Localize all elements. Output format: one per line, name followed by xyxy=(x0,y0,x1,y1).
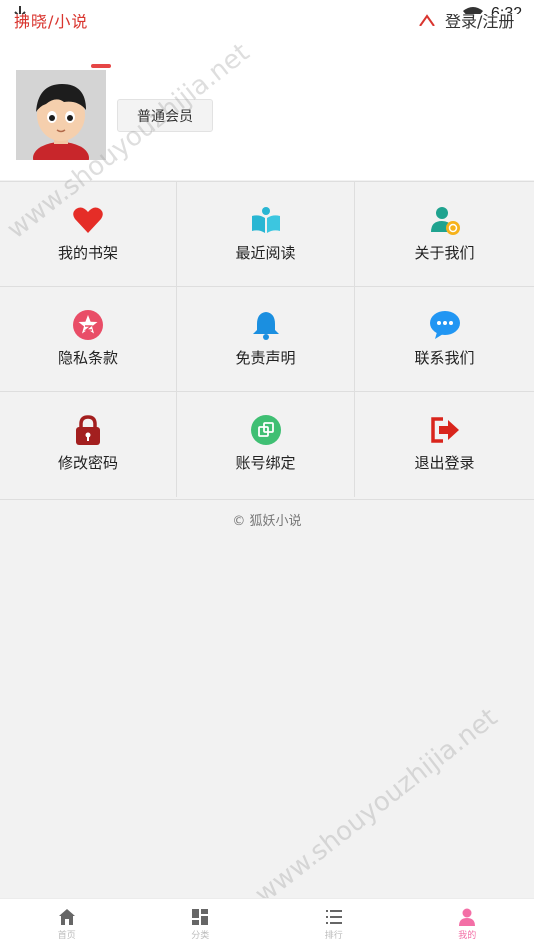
menu-item-label: 最近阅读 xyxy=(235,242,295,263)
menu-item-bookshelf[interactable]: 我的书架 xyxy=(0,182,177,287)
app-bar: 拂晓/小说 登录/注册 xyxy=(0,14,534,49)
link-icon xyxy=(250,414,282,446)
avatar[interactable] xyxy=(16,70,106,160)
menu-item-label: 我的书架 xyxy=(58,242,118,263)
tab-mine[interactable]: 我的 xyxy=(401,899,534,950)
menu-item-label: 退出登录 xyxy=(414,452,474,473)
avatar-illustration xyxy=(16,70,106,160)
tab-home[interactable]: 首页 xyxy=(0,899,134,950)
star-badge-icon xyxy=(72,309,104,341)
menu-item-about-us[interactable]: 关于我们 xyxy=(355,182,534,287)
menu-item-label: 账号绑定 xyxy=(235,452,295,473)
copyright-text: © 狐妖小说 xyxy=(0,510,534,529)
profile-icon xyxy=(458,908,476,926)
tab-ranking[interactable]: 排行 xyxy=(267,899,401,950)
login-register-link[interactable]: 登录/注册 xyxy=(445,14,514,32)
menu-item-label: 隐私条款 xyxy=(58,347,118,368)
menu-item-label: 修改密码 xyxy=(58,452,118,473)
tab-category[interactable]: 分类 xyxy=(134,899,268,950)
menu-item-change-password[interactable]: 修改密码 xyxy=(0,392,177,497)
menu-item-label: 联系我们 xyxy=(414,347,474,368)
bell-icon xyxy=(250,309,282,341)
menu-item-contact-us[interactable]: 联系我们 xyxy=(355,287,534,392)
ranking-icon xyxy=(325,908,343,926)
logout-icon xyxy=(429,414,461,446)
menu-item-disclaimer[interactable]: 免责声明 xyxy=(177,287,355,392)
lock-icon xyxy=(72,414,104,446)
menu-item-account-binding[interactable]: 账号绑定 xyxy=(177,392,355,497)
chat-icon xyxy=(429,309,461,341)
category-icon xyxy=(191,908,209,926)
menu-item-logout[interactable]: 退出登录 xyxy=(355,392,534,497)
home-icon xyxy=(58,908,76,926)
heart-icon xyxy=(72,204,104,236)
bottom-tab-bar: 首页 分类 排行 我的 xyxy=(0,898,534,950)
menu-item-label: 关于我们 xyxy=(414,242,474,263)
user-info-icon xyxy=(429,204,461,236)
tab-label: 分类 xyxy=(191,928,209,941)
notification-dash xyxy=(91,64,111,68)
watermark: www.shouyouzhijia.net xyxy=(250,703,504,910)
member-level-badge: 普通会员 xyxy=(117,99,213,132)
menu-item-privacy-terms[interactable]: 隐私条款 xyxy=(0,287,177,392)
profile-section: 普通会员 xyxy=(0,48,534,180)
tab-label: 排行 xyxy=(325,928,343,941)
tab-label: 首页 xyxy=(58,928,76,941)
book-icon xyxy=(250,204,282,236)
tab-label: 我的 xyxy=(458,928,476,941)
menu-grid: 我的书架 最近阅读 关于我们 隐私条款 免责声明 xyxy=(0,181,534,500)
menu-item-label: 免责声明 xyxy=(235,347,295,368)
user-icon[interactable] xyxy=(418,14,436,26)
menu-item-recent-reading[interactable]: 最近阅读 xyxy=(177,182,355,287)
app-title: 拂晓/小说 xyxy=(14,14,88,32)
